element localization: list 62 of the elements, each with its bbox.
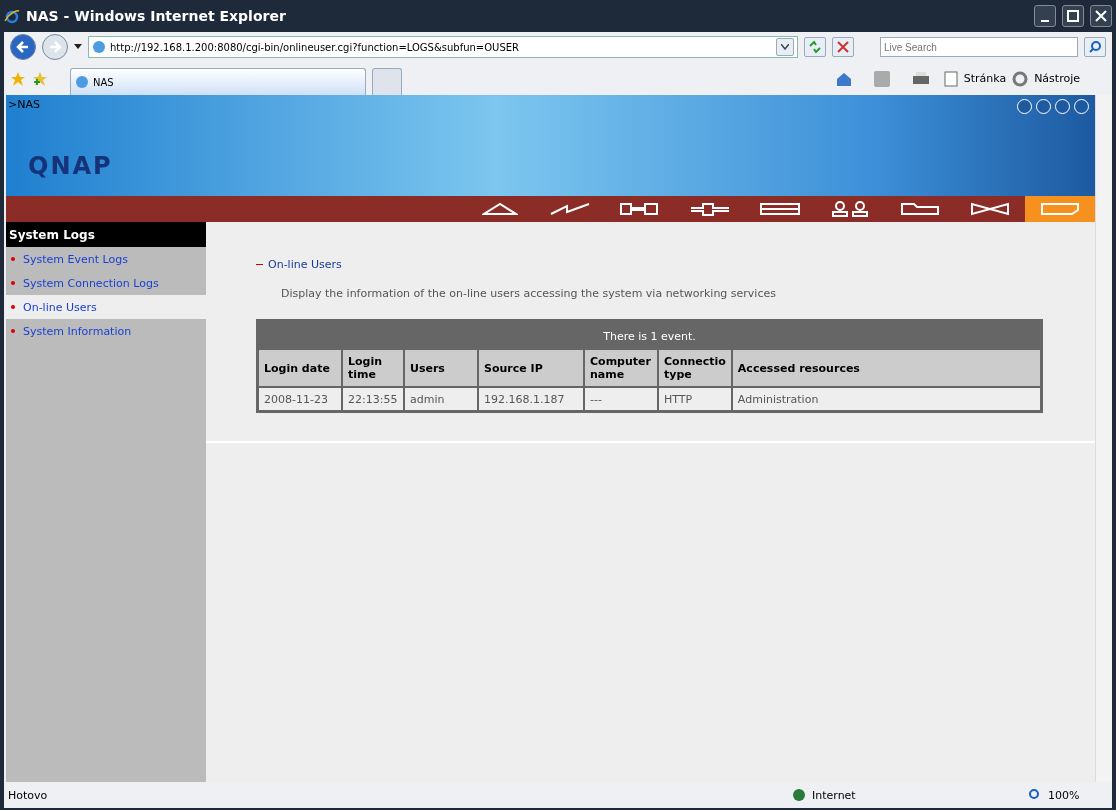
- stop-button[interactable]: [832, 37, 854, 57]
- minimize-button[interactable]: [1034, 5, 1056, 27]
- section-title: On-line Users: [268, 258, 342, 271]
- browser-logo-icon: [4, 8, 20, 24]
- status-text: Hotovo: [8, 788, 49, 802]
- close-icon: [837, 41, 849, 53]
- arrow-left-icon: [16, 40, 30, 54]
- sidebar-item[interactable]: System Information: [6, 319, 206, 343]
- search-field[interactable]: Live Search: [880, 37, 1078, 57]
- arrow-right-icon: [48, 40, 62, 54]
- maximize-icon: [1067, 10, 1079, 22]
- table-cell: 192.168.1.187: [478, 387, 584, 412]
- logo: QNAP: [28, 152, 113, 180]
- sidebar-item[interactable]: System Event Logs: [6, 247, 206, 271]
- bowtie-icon: [970, 202, 1010, 216]
- star-icon: [10, 70, 26, 87]
- add-star-icon: [32, 70, 48, 87]
- table-cell: 2008-11-23: [257, 387, 342, 412]
- browser-tab[interactable]: NAS: [70, 68, 366, 95]
- column-header: Users: [404, 350, 478, 387]
- refresh-icon: [808, 40, 822, 54]
- dropdown-button[interactable]: [776, 38, 794, 56]
- zoom-level[interactable]: 100%: [1048, 788, 1108, 802]
- close-icon: [1095, 10, 1107, 22]
- window-title: NAS - Windows Internet Explorer: [26, 8, 287, 24]
- back-button[interactable]: [10, 34, 36, 60]
- column-header: Computer name: [584, 350, 658, 387]
- table-cell: Administration: [731, 387, 1042, 412]
- description: Display the information of the on-line users accessing the system via networking services: [281, 287, 777, 300]
- lightning-icon: [549, 202, 591, 216]
- column-header: Accessed resources: [731, 350, 1042, 387]
- folder-icon: [900, 202, 940, 216]
- tools-menu[interactable]: Nástroje: [1034, 72, 1080, 85]
- chevron-icon: [781, 44, 789, 50]
- forward-button[interactable]: [42, 34, 68, 60]
- maximize-button[interactable]: [1062, 5, 1084, 27]
- search-button[interactable]: [1084, 37, 1106, 57]
- sidebar-item[interactable]: On-line Users: [6, 295, 206, 319]
- column-header: Login time: [342, 350, 404, 387]
- breadcrumb: >NAS: [8, 98, 40, 111]
- column-header: Source IP: [478, 350, 584, 387]
- refresh-button[interactable]: [804, 37, 826, 57]
- drive-icon: [759, 202, 801, 216]
- search-icon: [1089, 41, 1101, 53]
- wrench-icon: [619, 202, 661, 216]
- address-field[interactable]: http://192.168.1.200:8080/cgi-bin/onlineuser.cgi?function=LOGS&subfun=OUSER: [88, 36, 798, 58]
- scrollbar[interactable]: [1095, 95, 1112, 782]
- plus-icon: [689, 202, 731, 216]
- page-menu[interactable]: Stránka: [963, 72, 1007, 85]
- users-icon: [830, 201, 870, 217]
- table-caption: There is 1 event.: [257, 320, 1042, 350]
- house-icon: [482, 202, 518, 216]
- note-icon: [1040, 202, 1080, 216]
- minimize-icon: [1041, 20, 1049, 22]
- zone-label: Internet: [812, 788, 857, 802]
- caret-icon: [74, 44, 82, 50]
- printer-icon: [911, 70, 930, 87]
- sidebar-title: System Logs: [6, 222, 206, 247]
- column-header: Login date: [257, 350, 342, 387]
- column-header: Connectio type: [658, 350, 732, 387]
- close-button[interactable]: [1090, 5, 1112, 27]
- sidebar-item[interactable]: System Connection Logs: [6, 271, 206, 295]
